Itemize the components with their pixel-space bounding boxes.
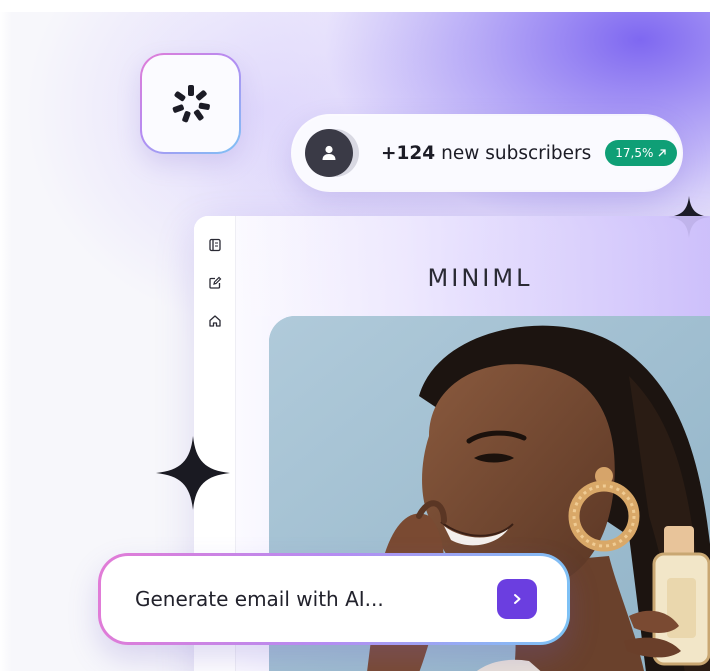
loader-tile xyxy=(140,53,241,154)
chevron-right-icon xyxy=(514,594,521,604)
growth-badge-value: 17,5% xyxy=(615,146,654,160)
sidebar-item-documents[interactable] xyxy=(206,236,224,254)
brand-title: MINIML xyxy=(427,264,533,292)
ai-prompt-input[interactable]: Generate email with AI... xyxy=(135,587,497,611)
subscribers-notification[interactable]: +124 new subscribers 17,5% xyxy=(293,116,681,190)
home-icon xyxy=(208,315,221,327)
growth-badge: 17,5% xyxy=(605,140,678,166)
ai-prompt-inner: Generate email with AI... xyxy=(101,556,567,642)
document-icon xyxy=(208,238,221,252)
generate-button[interactable] xyxy=(497,579,537,619)
top-edge xyxy=(0,0,710,12)
sidebar-item-edit[interactable] xyxy=(206,274,224,292)
arrow-up-right-icon xyxy=(658,149,667,157)
subscriber-count: +124 xyxy=(381,142,436,164)
user-icon xyxy=(322,145,336,160)
subscriber-label: new subscribers xyxy=(441,142,592,164)
loader-icon xyxy=(172,84,210,122)
left-edge xyxy=(0,0,12,671)
avatar xyxy=(305,129,353,177)
edit-icon xyxy=(208,276,221,289)
ai-prompt-bar[interactable]: Generate email with AI... xyxy=(98,553,570,645)
sidebar-item-home[interactable] xyxy=(206,312,224,330)
loader-tile-inner xyxy=(142,55,239,152)
sparkle-large-icon xyxy=(156,436,230,510)
